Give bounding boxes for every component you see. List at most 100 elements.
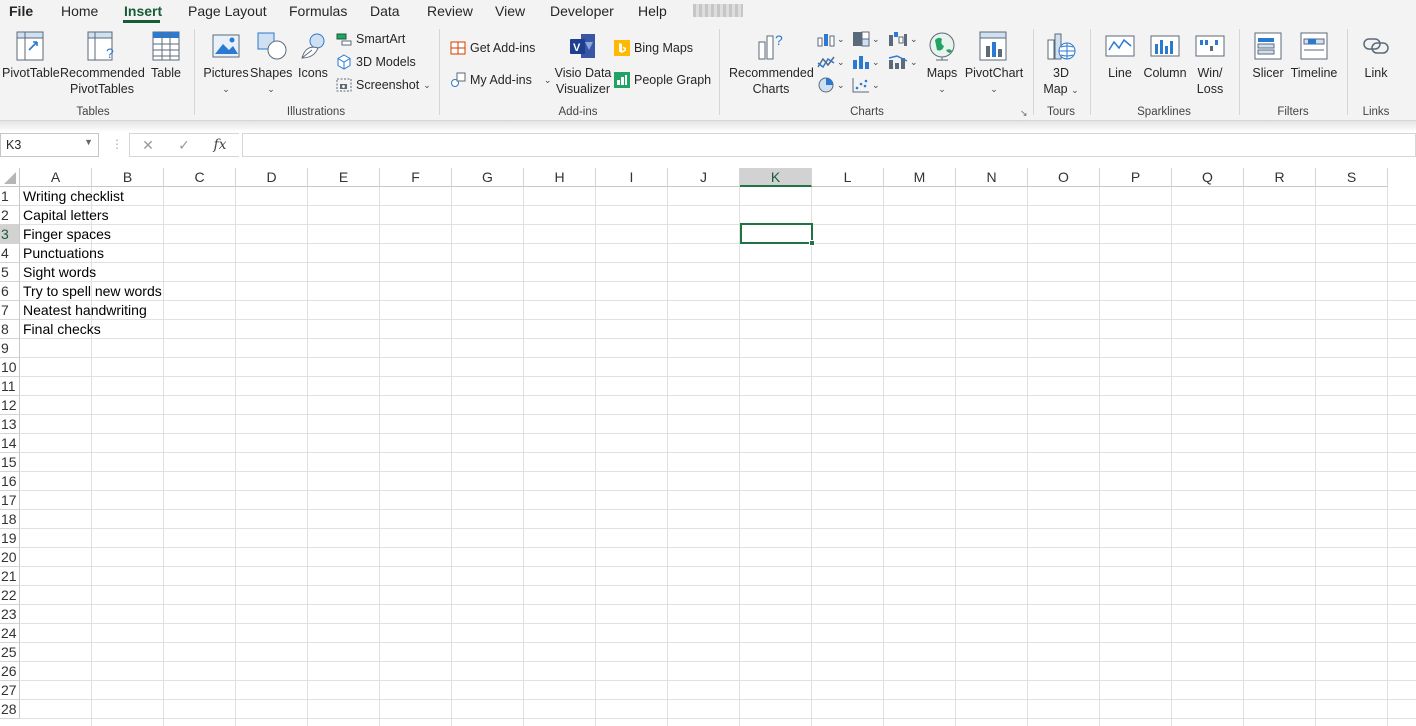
- row-header-23[interactable]: 23: [0, 605, 20, 624]
- row-header-2[interactable]: 2: [0, 206, 20, 225]
- visio-data-visualizer-button[interactable]: V Visio Data Visualizer: [554, 30, 612, 97]
- column-header-d[interactable]: D: [236, 168, 308, 187]
- row-header-14[interactable]: 14: [0, 434, 20, 453]
- row-header-6[interactable]: 6: [0, 282, 20, 301]
- column-header-f[interactable]: F: [380, 168, 452, 187]
- column-header-q[interactable]: Q: [1172, 168, 1244, 187]
- column-header-j[interactable]: J: [668, 168, 740, 187]
- row-header-17[interactable]: 17: [0, 491, 20, 510]
- column-header-b[interactable]: B: [92, 168, 164, 187]
- formula-bar-resize-icon[interactable]: ⋮: [111, 137, 123, 151]
- tab-formulas[interactable]: Formulas: [289, 3, 347, 19]
- cell-a3[interactable]: Finger spaces: [23, 225, 111, 243]
- tab-view[interactable]: View: [495, 3, 525, 19]
- pictures-button[interactable]: Pictures ⌄: [203, 30, 249, 97]
- table-button[interactable]: Table: [148, 30, 184, 81]
- row-header-21[interactable]: 21: [0, 567, 20, 586]
- tab-insert[interactable]: Insert: [124, 3, 162, 19]
- sparkline-line-button[interactable]: Line: [1103, 30, 1137, 81]
- charts-dialog-launcher-icon[interactable]: ↘: [1020, 108, 1028, 119]
- column-header-k[interactable]: K: [740, 168, 812, 187]
- row-header-13[interactable]: 13: [0, 415, 20, 434]
- insert-function-icon[interactable]: fx: [202, 137, 238, 153]
- row-header-27[interactable]: 27: [0, 681, 20, 700]
- maps-button[interactable]: Maps ⌄: [924, 30, 960, 97]
- recommended-charts-button[interactable]: ? Recommended Charts: [729, 30, 814, 97]
- slicer-button[interactable]: Slicer: [1249, 30, 1287, 81]
- column-header-s[interactable]: S: [1316, 168, 1388, 187]
- row-header-22[interactable]: 22: [0, 586, 20, 605]
- tab-review[interactable]: Review: [427, 3, 473, 19]
- worksheet-grid[interactable]: ABCDEFGHIJKLMNOPQRS 1 2 3 4 5 6 7 8 9 10 11 12 13 14 1…: [0, 168, 1416, 726]
- enter-icon[interactable]: ✓: [166, 137, 202, 154]
- column-header-r[interactable]: R: [1244, 168, 1316, 187]
- timeline-button[interactable]: Timeline: [1289, 30, 1339, 81]
- row-header-26[interactable]: 26: [0, 662, 20, 681]
- waterfall-chart-button[interactable]: ⌄: [888, 31, 918, 47]
- tab-help[interactable]: Help: [638, 3, 667, 19]
- row-header-16[interactable]: 16: [0, 472, 20, 491]
- row-header-3[interactable]: 3: [0, 225, 20, 244]
- people-graph-button[interactable]: People Graph: [614, 70, 711, 90]
- row-header-11[interactable]: 11: [0, 377, 20, 396]
- column-header-n[interactable]: N: [956, 168, 1028, 187]
- row-header-15[interactable]: 15: [0, 453, 20, 472]
- formula-input[interactable]: [242, 133, 1416, 157]
- column-chart-button[interactable]: ⌄: [817, 31, 845, 47]
- tab-data[interactable]: Data: [370, 3, 400, 19]
- column-header-o[interactable]: O: [1028, 168, 1100, 187]
- column-header-g[interactable]: G: [452, 168, 524, 187]
- row-header-5[interactable]: 5: [0, 263, 20, 282]
- combo-chart-button[interactable]: ⌄: [888, 54, 918, 70]
- row-header-18[interactable]: 18: [0, 510, 20, 529]
- scatter-chart-button[interactable]: ⌄: [852, 77, 880, 93]
- 3d-map-button[interactable]: 3D Map ⌄: [1040, 30, 1082, 98]
- row-header-1[interactable]: 1: [0, 187, 20, 206]
- screenshot-button[interactable]: Screenshot ⌄: [336, 75, 431, 95]
- column-header-i[interactable]: I: [596, 168, 668, 187]
- recommended-pivottables-button[interactable]: ? Recommended PivotTables: [60, 30, 145, 97]
- tab-page-layout[interactable]: Page Layout: [188, 3, 267, 19]
- column-header-c[interactable]: C: [164, 168, 236, 187]
- row-header-12[interactable]: 12: [0, 396, 20, 415]
- row-header-4[interactable]: 4: [0, 244, 20, 263]
- cell-a7[interactable]: Neatest handwriting: [23, 301, 147, 319]
- cell-a1[interactable]: Writing checklist: [23, 187, 124, 205]
- account-placeholder[interactable]: [693, 4, 743, 17]
- row-header-9[interactable]: 9: [0, 339, 20, 358]
- column-header-e[interactable]: E: [308, 168, 380, 187]
- row-header-10[interactable]: 10: [0, 358, 20, 377]
- tab-file[interactable]: File: [9, 3, 33, 19]
- row-header-24[interactable]: 24: [0, 624, 20, 643]
- get-addins-button[interactable]: Get Add-ins: [450, 38, 535, 58]
- column-header-m[interactable]: M: [884, 168, 956, 187]
- smartart-button[interactable]: SmartArt: [336, 29, 405, 49]
- select-all-button[interactable]: [0, 168, 20, 187]
- tab-developer[interactable]: Developer: [550, 3, 614, 19]
- cell-a2[interactable]: Capital letters: [23, 206, 109, 224]
- sparkline-winloss-button[interactable]: Win/ Loss: [1192, 30, 1228, 97]
- cell-a5[interactable]: Sight words: [23, 263, 96, 281]
- row-header-19[interactable]: 19: [0, 529, 20, 548]
- pivotchart-button[interactable]: PivotChart ⌄: [963, 30, 1025, 97]
- active-cell-k3[interactable]: [740, 223, 815, 246]
- column-header-l[interactable]: L: [812, 168, 884, 187]
- line-chart-button[interactable]: ⌄: [817, 54, 845, 70]
- cell-a4[interactable]: Punctuations: [23, 244, 104, 262]
- hierarchy-chart-button[interactable]: ⌄: [852, 31, 880, 47]
- name-box-dropdown-icon[interactable]: ▼: [84, 137, 93, 147]
- row-header-20[interactable]: 20: [0, 548, 20, 567]
- shapes-button[interactable]: Shapes ⌄: [250, 30, 292, 97]
- row-header-8[interactable]: 8: [0, 320, 20, 339]
- fill-handle[interactable]: [809, 240, 815, 246]
- my-addins-button[interactable]: My Add-ins ⌄: [450, 70, 551, 90]
- row-header-25[interactable]: 25: [0, 643, 20, 662]
- tab-home[interactable]: Home: [61, 3, 98, 19]
- bing-maps-button[interactable]: Bing Maps: [614, 38, 693, 58]
- row-header-28[interactable]: 28: [0, 700, 20, 719]
- link-button[interactable]: Link: [1358, 30, 1394, 81]
- cell-a8[interactable]: Final checks: [23, 320, 101, 338]
- column-header-h[interactable]: H: [524, 168, 596, 187]
- column-header-a[interactable]: A: [20, 168, 92, 187]
- sparkline-column-button[interactable]: Column: [1141, 30, 1189, 81]
